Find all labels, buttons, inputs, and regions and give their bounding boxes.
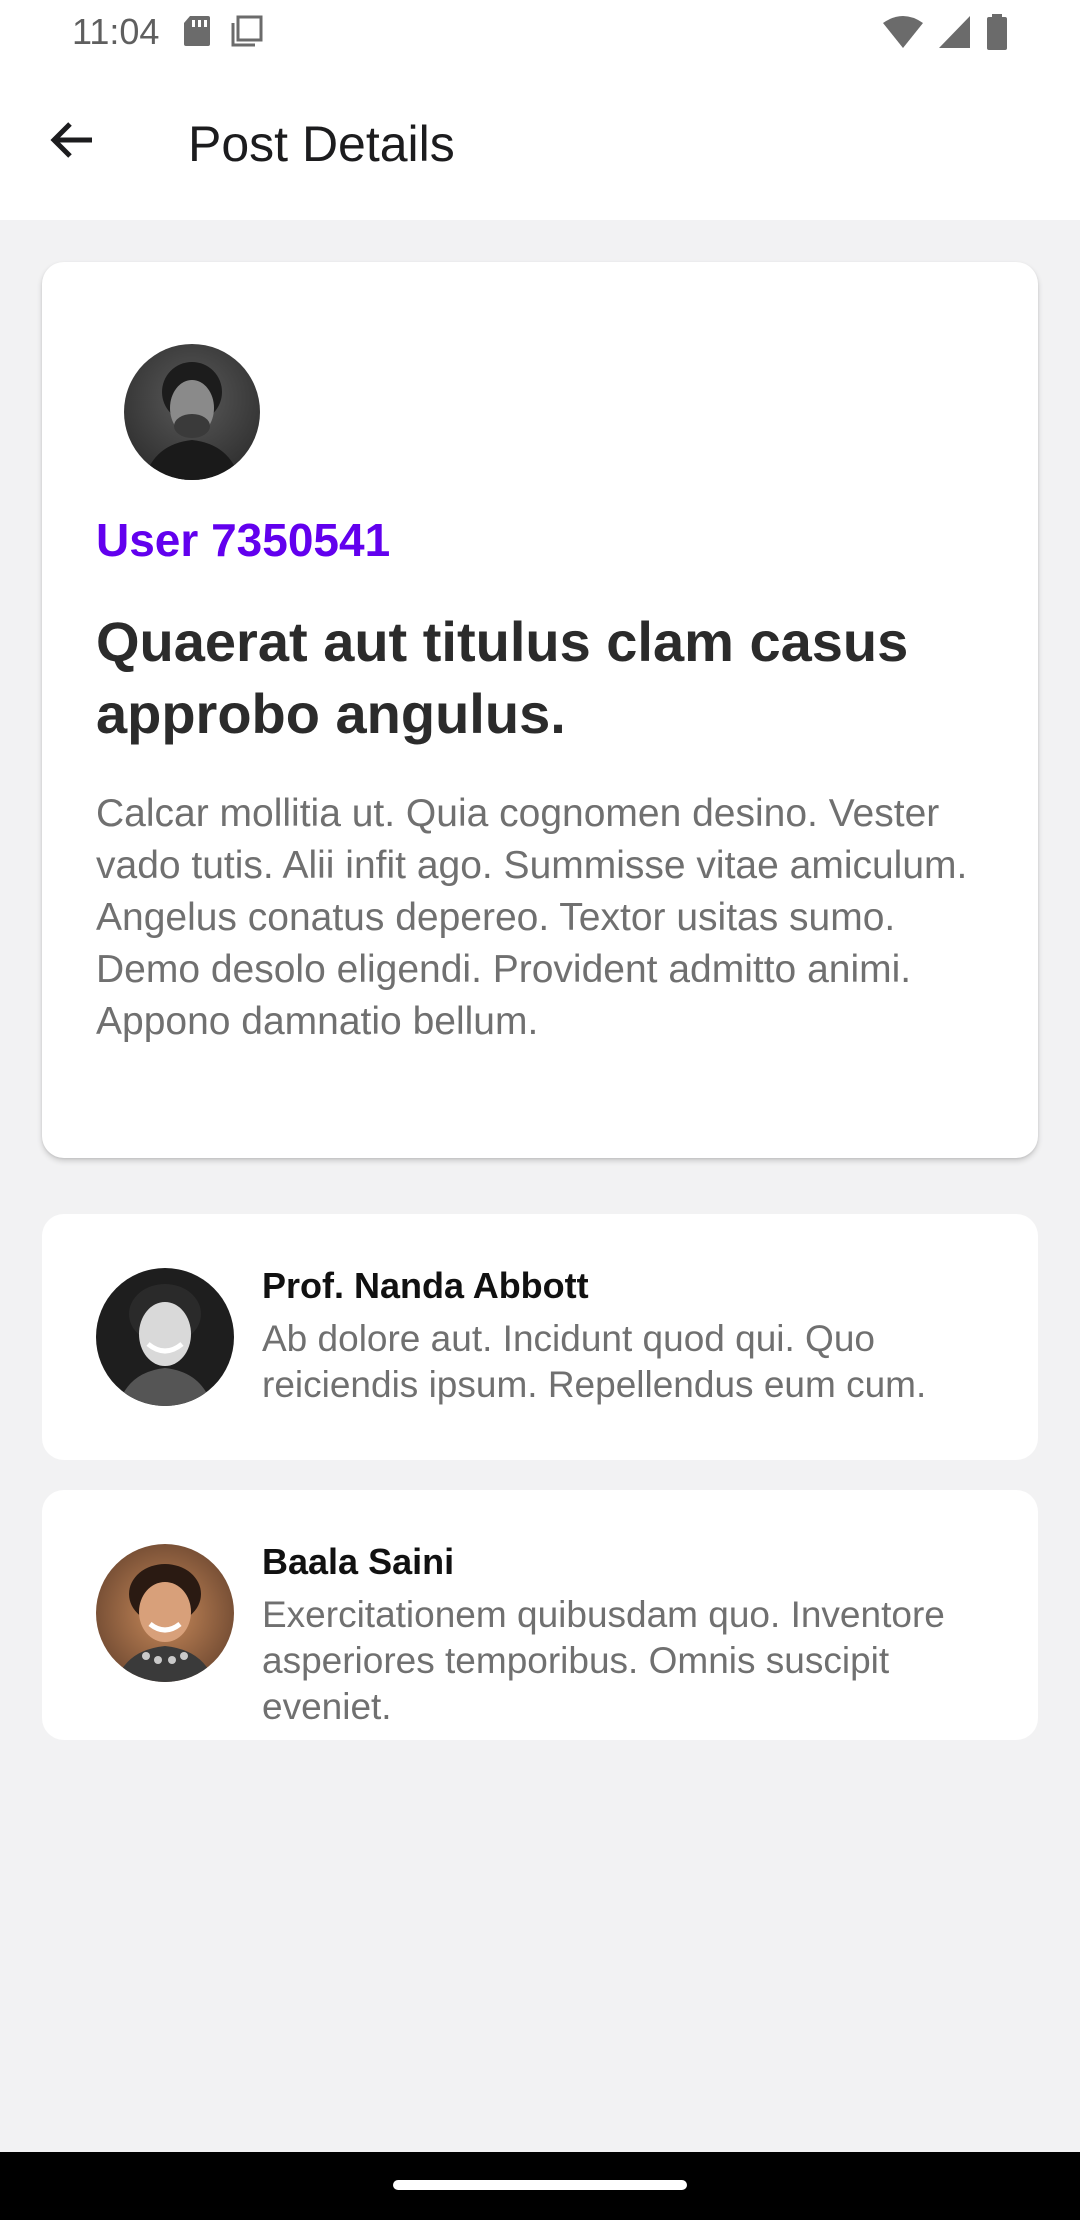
battery-icon: [986, 14, 1008, 55]
post-author[interactable]: User 7350541: [96, 512, 390, 568]
wifi-icon: [882, 15, 924, 54]
sd-card-icon: [182, 14, 212, 53]
comment-item[interactable]: Prof. Nanda Abbott Ab dolore aut. Incidu…: [42, 1214, 1038, 1460]
post-title: Quaerat aut titulus clam casus approbo a…: [96, 610, 909, 745]
comment-avatar: [96, 1544, 234, 1682]
system-nav-bar: [0, 2152, 1080, 2220]
arrow-back-icon: [48, 116, 96, 169]
comment-avatar: [96, 1268, 234, 1406]
home-indicator[interactable]: [393, 2180, 687, 2190]
page-title: Post Details: [188, 116, 455, 172]
comment-author: Baala Saini: [262, 1541, 455, 1582]
back-button[interactable]: [36, 106, 108, 178]
post-details-screen: 11:04 Post Details User 7350541 Quaerat …: [0, 0, 1080, 2220]
status-time: 11:04: [72, 11, 160, 52]
screenshot-icon: [230, 14, 264, 53]
comment-item[interactable]: Baala Saini Exercitationem quibusdam quo…: [42, 1490, 1038, 1740]
comment-author: Prof. Nanda Abbott: [262, 1265, 589, 1306]
author-avatar[interactable]: [124, 344, 260, 480]
signal-icon: [938, 15, 972, 54]
comment-text: Ab dolore aut. Incidunt quod qui. Quo re…: [262, 1318, 927, 1405]
comment-text: Exercitationem quibusdam quo. Inventore …: [262, 1594, 945, 1727]
post-body: Calcar mollitia ut. Quia cognomen desino…: [96, 792, 968, 1043]
status-right-icons: [882, 14, 1008, 55]
status-left-icons: [182, 14, 264, 53]
status-bar: 11:04: [0, 0, 1080, 64]
post-card: User 7350541 Quaerat aut titulus clam ca…: [42, 262, 1038, 1158]
app-bar: Post Details: [0, 64, 1080, 220]
